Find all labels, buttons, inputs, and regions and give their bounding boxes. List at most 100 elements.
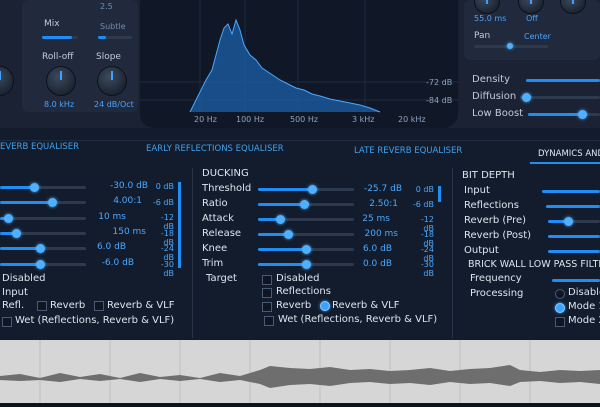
target-reverb[interactable]: Reverb: [276, 300, 311, 311]
mix-slider[interactable]: [42, 36, 78, 39]
ducking-title: DUCKING: [202, 168, 249, 179]
target-reflections-checkbox[interactable]: [262, 288, 272, 298]
ducking-ratio-value: 2.50:1: [369, 199, 398, 209]
ducking-target-label: Target: [206, 273, 237, 284]
left-slider-1[interactable]: [0, 183, 86, 192]
ducking-release-value: 200 ms: [364, 229, 399, 239]
bit-depth-reverb-pre-slider[interactable]: [548, 217, 600, 226]
left-slider-3[interactable]: [0, 214, 86, 223]
left-meter-db-30: -30 dB: [160, 260, 174, 278]
bit-depth-reflections-slider[interactable]: [546, 205, 600, 208]
right-value-b: Off: [526, 14, 538, 23]
processing-mode1-radio[interactable]: [555, 303, 565, 313]
ducking-ratio-label: Ratio: [202, 198, 228, 209]
left-value-1: -30.0 dB: [109, 181, 148, 191]
spectrum-freq-500hz: 500 Hz: [290, 115, 319, 124]
ducking-knee-label: Knee: [202, 243, 228, 254]
right-value-a: 55.0 ms: [474, 14, 507, 23]
left-slider-4[interactable]: [0, 229, 86, 238]
spectrum-freq-20khz: 20 kHz: [398, 115, 426, 124]
bit-depth-reverb-post-label: Reverb (Post): [464, 230, 532, 241]
rolloff-knob[interactable]: [46, 66, 76, 96]
target-reverb-checkbox[interactable]: [262, 302, 272, 312]
main-panel: EVERB EQUALISER EARLY REFLECTIONS EQUALI…: [0, 128, 600, 340]
low-boost-label: Low Boost: [472, 108, 524, 119]
left-slider-5[interactable]: [0, 244, 86, 253]
processing-mode2-checkbox[interactable]: [555, 317, 565, 327]
ducking-release-slider[interactable]: [258, 230, 354, 239]
target-disabled[interactable]: Disabled: [276, 273, 319, 284]
processing-mode2[interactable]: Mode 2: [568, 315, 600, 326]
slope-label: Slope: [96, 52, 121, 62]
left-edge-knob[interactable]: [0, 66, 14, 96]
bit-depth-output-slider[interactable]: [548, 250, 600, 253]
lowpass-frequency-slider[interactable]: [552, 279, 600, 282]
low-boost-slider[interactable]: [528, 110, 600, 119]
processing-mode1[interactable]: Mode 1: [568, 301, 600, 312]
target-wet-checkbox[interactable]: [264, 316, 274, 326]
waveform-graphic: [0, 340, 600, 403]
spectrum-freq-20hz: 20 Hz: [194, 115, 217, 124]
pan-value: Center: [524, 32, 551, 41]
target-reverb-vlf-radio[interactable]: [320, 301, 330, 311]
left-slider-2[interactable]: [0, 198, 86, 207]
bit-depth-panel: BIT DEPTH Input Reflections Reverb (Pre)…: [456, 128, 600, 340]
ducking-attack-slider[interactable]: [258, 215, 354, 224]
left-option-reverb-vlf[interactable]: Reverb & VLF: [107, 300, 175, 311]
diffusion-slider[interactable]: [520, 93, 600, 102]
ducking-trim-value: 0.0 dB: [362, 259, 392, 269]
left-value-3: 10 ms: [98, 212, 126, 222]
lowpass-frequency-label: Frequency: [470, 273, 522, 284]
density-label: Density: [472, 74, 511, 85]
bit-depth-input-slider[interactable]: [542, 190, 600, 193]
ducking-release-label: Release: [202, 228, 242, 239]
left-value-6: -6.0 dB: [101, 258, 134, 268]
ducking-meter-db-30: -30 dB: [420, 260, 434, 278]
left-reverb-vlf-checkbox[interactable]: [94, 301, 104, 311]
left-compressor-panel: -30.0 dB 4.00:1 10 ms 150 ms 6.0 dB -6.0…: [0, 128, 192, 340]
left-option-wet[interactable]: Wet (Reflections, Reverb & VLF): [15, 315, 174, 326]
spectrum-db-label-1: -72 dB: [426, 78, 453, 87]
processing-disable[interactable]: Disable: [568, 287, 600, 298]
ducking-knee-slider[interactable]: [258, 245, 354, 254]
spectrum-analyzer: -72 dB -84 dB 20 Hz 100 Hz 500 Hz 3 kHz …: [140, 0, 458, 128]
left-value-4: 150 ms: [112, 227, 147, 237]
left-slider-6[interactable]: [0, 260, 86, 269]
left-option-input[interactable]: Input: [2, 287, 28, 298]
left-wet-checkbox[interactable]: [2, 317, 12, 327]
slope-value: 24 dB/Oct: [94, 100, 134, 109]
slope-knob[interactable]: [97, 66, 127, 96]
left-reverb-checkbox[interactable]: [37, 301, 47, 311]
divider-right: [452, 168, 453, 338]
left-option-refl[interactable]: Refl.: [2, 300, 24, 311]
ducking-attack-label: Attack: [202, 213, 234, 224]
bit-depth-reverb-post-slider[interactable]: [548, 235, 600, 238]
processing-disable-radio[interactable]: [555, 289, 565, 299]
mix-right-slider[interactable]: [98, 36, 132, 39]
left-meter-db-6: -6 dB: [152, 198, 174, 207]
top-controls-area: 2.5 Mix Subtle Roll-off Slope 8.0 kHz 24…: [0, 0, 600, 133]
ducking-panel: DUCKING Threshold -25.7 dB Ratio 2.50:1 …: [196, 128, 452, 340]
ducking-threshold-slider[interactable]: [258, 185, 354, 194]
left-option-reverb[interactable]: Reverb: [50, 300, 85, 311]
bit-depth-input-label: Input: [464, 185, 490, 196]
target-reflections[interactable]: Reflections: [276, 286, 331, 297]
spectrum-freq-100hz: 100 Hz: [236, 115, 265, 124]
ducking-trim-slider[interactable]: [258, 260, 354, 269]
ducking-gain-meter: [438, 186, 441, 202]
rolloff-label: Roll-off: [42, 52, 74, 62]
ducking-ratio-slider[interactable]: [258, 200, 354, 209]
spectrum-db-label-2: -84 dB: [426, 96, 453, 105]
bit-depth-reverb-pre-label: Reverb (Pre): [464, 215, 527, 226]
mix-right-value: Subtle: [100, 22, 126, 31]
target-disabled-checkbox[interactable]: [262, 275, 272, 285]
pan-slider[interactable]: [474, 43, 548, 49]
left-value-2: 4.00:1: [113, 196, 142, 206]
density-slider[interactable]: [526, 79, 600, 82]
ducking-meter-db-0: 0 dB: [415, 185, 434, 194]
target-wet[interactable]: Wet (Reflections, Reverb & VLF): [278, 314, 437, 325]
left-option-disabled[interactable]: Disabled: [2, 273, 45, 284]
diffusion-label: Diffusion: [472, 91, 517, 102]
audio-waveform-track[interactable]: [0, 340, 600, 403]
target-reverb-vlf[interactable]: Reverb & VLF: [332, 300, 400, 311]
